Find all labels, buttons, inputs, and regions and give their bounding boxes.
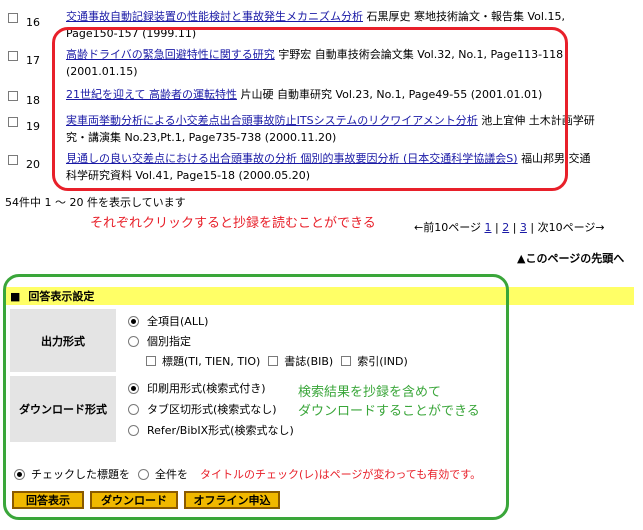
result-checkbox[interactable] [8, 13, 18, 23]
result-number: 17 [26, 54, 40, 67]
result-citation: 石黒厚史 寒地技術論文・報告集 Vol.15, [366, 10, 565, 23]
prev-page-link[interactable]: ←前10ページ [414, 221, 481, 234]
result-title-link[interactable]: 交通事故自動記録装置の性能検討と事故発生メカニズム分析 [66, 10, 363, 23]
result-count: 54件中 1 ～ 20 件を表示しています [5, 196, 186, 209]
result-number: 16 [26, 16, 40, 29]
result-checkbox[interactable] [8, 155, 18, 165]
result-number: 18 [26, 94, 40, 107]
highlight-box-results [52, 27, 568, 191]
annotation-click: それぞれクリックすると抄録を読むことができる [90, 216, 376, 231]
result-checkbox[interactable] [8, 51, 18, 61]
next-page-link[interactable]: 次10ページ→ [538, 221, 605, 234]
result-number: 19 [26, 120, 40, 133]
result-checkbox[interactable] [8, 91, 18, 101]
page-3-link[interactable]: 3 [520, 221, 527, 234]
page-2-link[interactable]: 2 [502, 221, 509, 234]
highlight-box-settings [3, 274, 509, 520]
page-1-link[interactable]: 1 [485, 221, 492, 234]
pagination: ←前10ページ 1 | 2 | 3 | 次10ページ→ [414, 221, 605, 234]
result-number: 20 [26, 158, 40, 171]
result-checkbox[interactable] [8, 117, 18, 127]
page-top-link[interactable]: ▲このページの先頭へ [517, 250, 624, 266]
